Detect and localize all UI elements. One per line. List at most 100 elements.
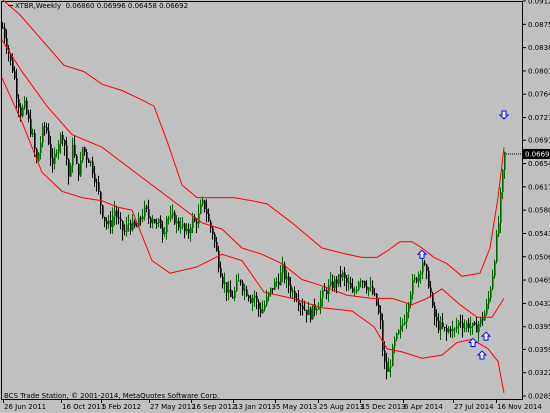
price-axis-label: 0.03590 [528, 346, 550, 354]
candle-body [376, 293, 378, 305]
candle-body [276, 281, 278, 283]
candle-body [196, 221, 198, 224]
candle-body [116, 210, 118, 218]
candle-body [76, 155, 78, 164]
candle-body [156, 223, 158, 225]
candle-body [192, 217, 194, 228]
candle-body [252, 297, 254, 303]
candle-body [114, 210, 116, 217]
candle-body [420, 272, 422, 275]
symbol-name: XTBR,Weekly [15, 2, 62, 10]
candle-body [454, 328, 456, 330]
time-axis-label: 26 Jun 2011 [4, 403, 46, 411]
candle-body [60, 135, 62, 145]
candle-body [348, 282, 350, 284]
candle-body [124, 230, 126, 232]
candle-body [280, 272, 282, 285]
candle-body [290, 285, 292, 292]
candle-body [442, 322, 444, 328]
candle-body [4, 27, 6, 39]
candle-body [66, 145, 68, 160]
candle-body [500, 192, 502, 224]
price-chart[interactable]: 0.09120 0.08750 0.08380 0.08010 0.07640 0.072… [0, 0, 550, 413]
candle-body [366, 286, 368, 291]
candle-body [44, 126, 46, 128]
candle-body [42, 126, 44, 143]
candle-body [364, 281, 366, 287]
candle-body [270, 288, 272, 293]
price-axis-label: 0.03220 [528, 369, 550, 377]
price-axis-label: 0.02850 [528, 393, 550, 401]
candle-body [410, 294, 412, 304]
time-axis-label: 27 May 2012 [150, 403, 196, 411]
candle-body [220, 267, 222, 277]
candle-body [50, 143, 52, 158]
candle-body [178, 221, 180, 228]
candle-body [476, 324, 478, 333]
candle-body [380, 312, 382, 321]
candle-body [240, 280, 242, 283]
candle-body [502, 169, 504, 193]
candle-body [440, 322, 442, 331]
candle-body [496, 234, 498, 262]
candle-body [394, 339, 396, 347]
candle-body [244, 289, 246, 291]
candle-body [112, 216, 114, 228]
time-axis-label: 16 Oct 2011 [62, 403, 105, 411]
price-axis-label: 0.06910 [528, 137, 550, 145]
time-axis-label: 16 Nov 2014 [497, 403, 542, 411]
candle-body [158, 219, 160, 224]
candle-body [14, 71, 16, 79]
candle-body [34, 133, 36, 150]
candle-body [26, 100, 28, 114]
price-axis-label: 0.06170 [528, 183, 550, 191]
candle-body [58, 144, 60, 153]
plot-frame [1, 1, 523, 400]
candle-body [170, 215, 172, 219]
fractal-up-arrow-icon [476, 350, 488, 360]
candle-body [92, 161, 94, 174]
candle-body [300, 305, 302, 307]
candle-body [84, 147, 86, 153]
candle-body [360, 281, 362, 283]
candle-body [190, 227, 192, 234]
candle-body [352, 288, 354, 292]
candle-body [332, 281, 334, 289]
candle-body [388, 367, 390, 372]
chart-window[interactable]: 0.09120 0.08750 0.08380 0.08010 0.07640 0.072… [0, 0, 550, 413]
candle-body [94, 173, 96, 183]
price-axis-label: 0.03950 [528, 323, 550, 331]
candle-body [238, 280, 240, 282]
candle-body [292, 291, 294, 293]
candle-body [336, 279, 338, 284]
candle-body [256, 295, 258, 302]
candle-body [470, 326, 472, 329]
candle-body [216, 241, 218, 251]
price-axis-label: 0.08750 [528, 21, 550, 29]
candle-body [462, 322, 464, 329]
price-axis-label: 0.07640 [528, 91, 550, 99]
ohlc-values: 0.06860 0.06996 0.06458 0.06692 [65, 2, 189, 10]
current-price-label: 0.06692 [525, 150, 550, 158]
candle-body [304, 309, 306, 311]
candle-body [438, 320, 440, 331]
candle-body [102, 205, 104, 217]
candle-body [362, 281, 364, 283]
candle-body [98, 182, 100, 192]
candle-body [30, 118, 32, 135]
candle-body [18, 98, 20, 108]
candle-body [330, 281, 332, 286]
candle-body [184, 224, 186, 232]
time-axis-label: 27 Jul 2014 [454, 403, 494, 411]
candle-body [228, 289, 230, 293]
candle-body [386, 361, 388, 372]
candle-body [356, 289, 358, 292]
candle-body [274, 281, 276, 290]
candle-body [214, 234, 216, 242]
candle-body [80, 160, 82, 176]
candle-body [494, 261, 496, 276]
candle-body [396, 333, 398, 340]
candle-body [248, 295, 250, 299]
candle-body [492, 275, 494, 289]
candle-body [372, 286, 374, 294]
